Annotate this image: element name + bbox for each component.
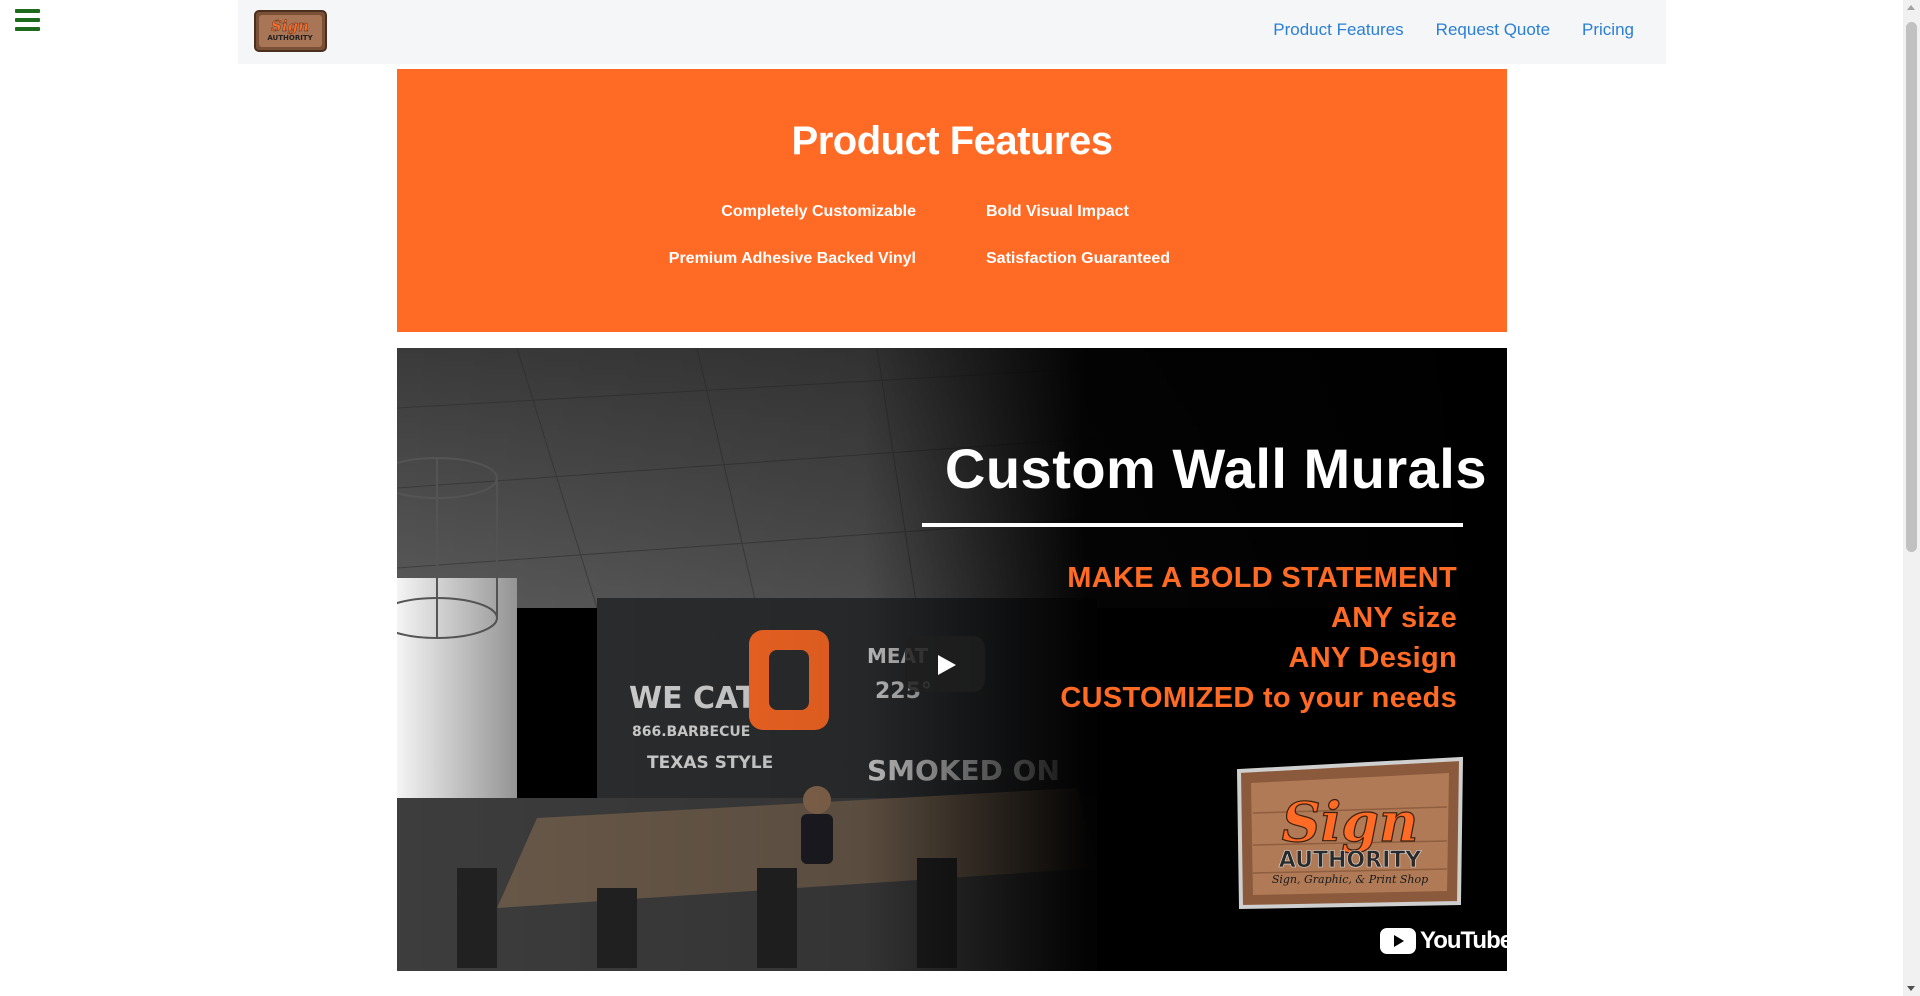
hamburger-menu-icon[interactable] <box>15 9 40 31</box>
svg-text:AUTHORITY: AUTHORITY <box>1279 848 1422 873</box>
youtube-icon <box>1380 928 1416 954</box>
video-embed[interactable]: WE CATER! 866.BARBECUE TEXAS STYLE SMOKE… <box>397 348 1507 971</box>
top-navbar: Sign AUTHORITY Product Features Request … <box>238 0 1666 64</box>
scroll-down-arrow-icon[interactable] <box>1907 986 1915 991</box>
feature-item: Satisfaction Guaranteed <box>986 250 1171 267</box>
play-icon[interactable] <box>905 636 985 692</box>
product-features-panel: Product Features Completely Customizable… <box>397 69 1507 332</box>
youtube-wordmark: YouTube <box>1420 927 1507 954</box>
nav-link-product-features[interactable]: Product Features <box>1273 20 1403 40</box>
promo-line-4: CUSTOMIZED to your needs <box>1060 682 1457 714</box>
nav-link-request-quote[interactable]: Request Quote <box>1436 20 1550 40</box>
video-headline: Custom Wall Murals <box>944 437 1487 500</box>
nav-link-pricing[interactable]: Pricing <box>1582 20 1634 40</box>
sign-authority-logo[interactable]: Sign AUTHORITY <box>253 7 328 55</box>
headline-divider <box>922 523 1463 527</box>
nav-links: Product Features Request Quote Pricing <box>1273 0 1634 59</box>
promo-line-1: MAKE A BOLD STATEMENT <box>1067 562 1457 594</box>
feature-item: Premium Adhesive Backed Vinyl <box>668 250 916 267</box>
scrollbar-thumb[interactable] <box>1906 22 1917 552</box>
svg-text:Sign, Graphic, & Print Shop: Sign, Graphic, & Print Shop <box>1272 873 1428 886</box>
svg-text:Sign: Sign <box>1282 790 1419 854</box>
scroll-up-arrow-icon[interactable] <box>1907 5 1915 10</box>
features-title: Product Features <box>791 119 1113 163</box>
svg-text:Sign: Sign <box>271 17 309 35</box>
promo-line-3: ANY Design <box>1288 642 1457 674</box>
youtube-logo[interactable]: YouTube <box>1380 926 1507 956</box>
page-scrollbar[interactable] <box>1903 0 1920 996</box>
promo-line-2: ANY size <box>1331 602 1457 634</box>
feature-item: Bold Visual Impact <box>986 203 1129 220</box>
sign-authority-logo: Sign AUTHORITY Sign, Graphic, & Print Sh… <box>1236 756 1464 910</box>
svg-text:AUTHORITY: AUTHORITY <box>267 34 313 42</box>
feature-item: Completely Customizable <box>721 203 916 220</box>
